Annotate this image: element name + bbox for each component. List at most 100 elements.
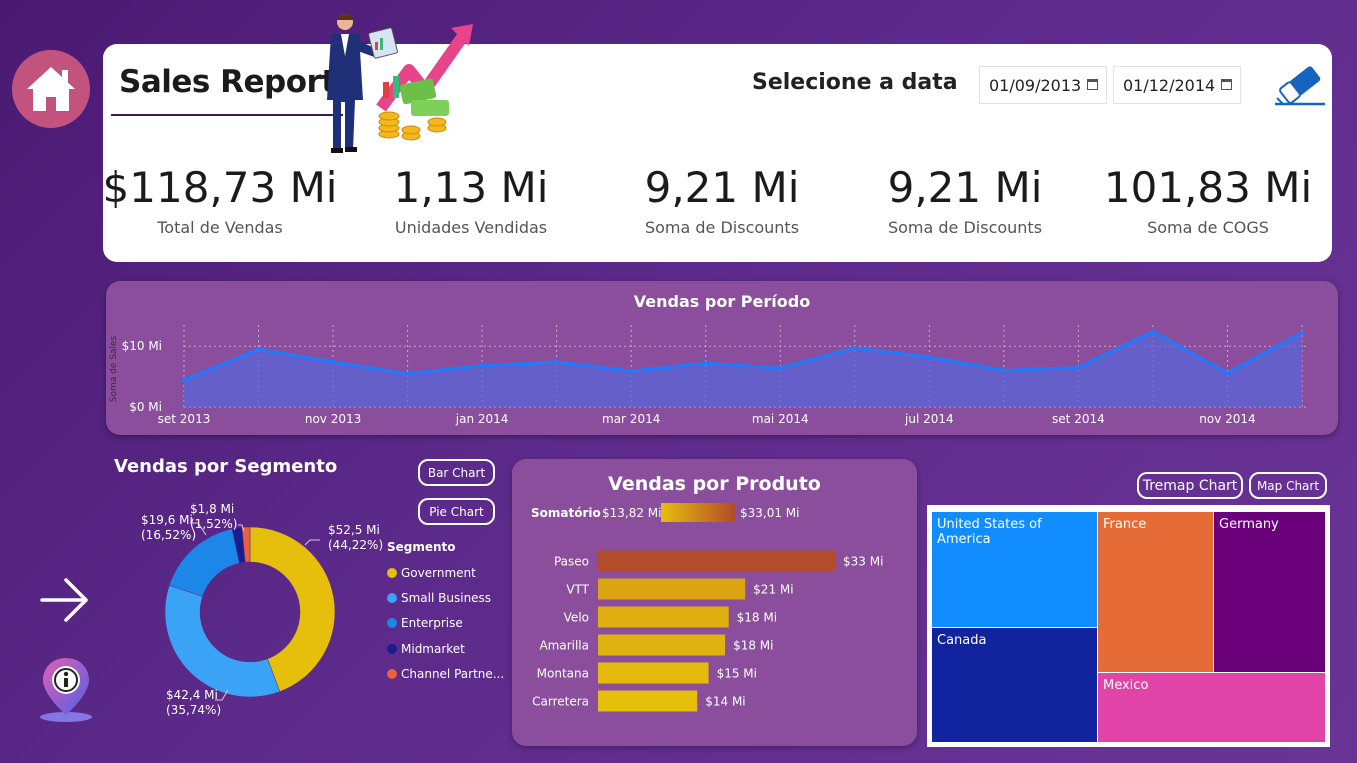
bar-data-label: $18 Mi (733, 639, 773, 653)
data-point[interactable] (927, 355, 932, 360)
kpi-units-sold: 1,13 Mi Unidades Vendidas (351, 163, 591, 238)
donut-label-pct: (44,22%) (328, 538, 384, 552)
treemap-cell-canada[interactable]: Canada (931, 627, 1098, 743)
bar-category-label: Velo (564, 611, 589, 625)
data-point[interactable] (1225, 370, 1230, 375)
data-point[interactable] (1001, 368, 1006, 373)
donut-slice[interactable] (164, 584, 281, 698)
donut-label-pct: (16,52%) (141, 528, 197, 542)
segment-legend: Segmento Government Small Business Enter… (387, 540, 504, 686)
title-underline (111, 114, 343, 116)
product-bar[interactable] (598, 606, 729, 628)
date-end-input[interactable]: 01/12/2014 (1113, 66, 1241, 104)
data-point[interactable] (256, 347, 261, 352)
bar-chart-button[interactable]: Bar Chart (418, 459, 495, 486)
y-axis-title: Soma de Sales (109, 335, 119, 402)
calendar-icon[interactable] (1087, 79, 1098, 90)
kpi-label: Total de Vendas (157, 218, 283, 237)
date-start-value: 01/09/2013 (989, 75, 1082, 95)
donut-label-pct: (1,52%) (190, 517, 238, 531)
legend-dot (387, 668, 397, 679)
legend-item[interactable]: Midmarket (387, 636, 504, 661)
data-point[interactable] (480, 363, 485, 368)
legend-label: Midmarket (401, 641, 465, 656)
product-bar[interactable] (598, 634, 726, 656)
kpi-cogs: 101,83 Mi Soma de COGS (1088, 163, 1328, 238)
product-bar[interactable] (598, 662, 709, 684)
donut-label-value: $52,5 Mi (328, 523, 380, 537)
info-pin-icon (40, 658, 92, 722)
sales-by-period-chart: $0 Mi$10 Miset 2013 nov 2013 jan 2014 mar 2… (109, 325, 1306, 426)
area-fill (184, 331, 1302, 407)
date-start-input[interactable]: 01/09/2013 (979, 66, 1107, 104)
legend-dot (387, 618, 397, 629)
treemap-cell-france[interactable]: France (1097, 511, 1214, 673)
bar-data-label: $18 Mi (737, 611, 777, 625)
kpi-label: Unidades Vendidas (394, 218, 548, 237)
kpi-value: 101,83 Mi (1103, 163, 1313, 212)
bar-category-label: Amarilla (539, 639, 589, 653)
home-button[interactable] (12, 50, 90, 128)
bar-data-label: $14 Mi (705, 695, 745, 709)
x-tick-label: set 2014 (1052, 412, 1105, 426)
data-point[interactable] (703, 361, 708, 366)
legend-label: Enterprise (401, 616, 463, 631)
legend-item[interactable]: Enterprise (387, 611, 504, 636)
data-point[interactable] (1300, 330, 1304, 335)
legend-item[interactable]: Government (387, 560, 504, 585)
segment-chart-title: Vendas por Segmento (114, 456, 338, 477)
legend-item[interactable]: Small Business (387, 585, 504, 610)
donut-label-government: $52,5 Mi (44,22%) (328, 523, 383, 553)
donut-label-enterprise: $19,6 Mi (16,52%) (141, 513, 196, 543)
bar-category-label: Paseo (554, 555, 589, 569)
kpi-total-sales: $118,73 Mi Total de Vendas (100, 164, 340, 238)
page-title: Sales Report (119, 64, 336, 100)
kpi-value: 1,13 Mi (393, 163, 549, 212)
kpi-discounts-2: 9,21 Mi Soma de Discounts (845, 164, 1085, 238)
kpi-discounts: 9,21 Mi Soma de Discounts (602, 163, 842, 238)
kpi-label: Soma de Discounts (887, 218, 1043, 237)
home-icon (27, 67, 75, 111)
treemap-chart-button[interactable]: Tremap Chart (1137, 472, 1243, 499)
pie-chart-button[interactable]: Pie Chart (418, 498, 495, 525)
next-page-button[interactable] (38, 575, 92, 625)
donut-label-pct: (35,74%) (166, 703, 222, 717)
product-bar[interactable] (598, 550, 835, 572)
kpi-label: Soma de Discounts (644, 218, 800, 237)
product-bar[interactable] (598, 690, 698, 712)
country-treemap: United States of America Canada France G… (927, 505, 1330, 747)
bar-category-label: Carretera (532, 695, 589, 709)
legend-label: Channel Partne... (401, 666, 505, 681)
map-chart-button[interactable]: Map Chart (1249, 472, 1327, 499)
eraser-icon[interactable] (1273, 64, 1327, 108)
header-card: Sales Report Selecione a data 01/09/2013… (100, 14, 1332, 262)
data-point[interactable] (629, 369, 634, 374)
treemap-cell-mexico[interactable]: Mexico (1097, 672, 1326, 743)
data-point[interactable] (778, 366, 783, 371)
legend-dot (387, 643, 397, 654)
donut-label-value: $1,8 Mi (190, 502, 235, 516)
data-point[interactable] (852, 346, 857, 351)
legend-dot (387, 592, 397, 603)
legend-label: Small Business (401, 590, 492, 605)
product-bar[interactable] (598, 578, 746, 600)
treemap-cell-germany[interactable]: Germany (1213, 511, 1326, 673)
sales-by-period-panel: Vendas por Período $0 Mi $10 Mi set 2013 no… (106, 281, 1338, 435)
x-tick-label: mai 2014 (752, 412, 809, 426)
data-point[interactable] (182, 378, 186, 383)
sales-by-product-chart: Paseo $33 Mi VTT $21 Mi Velo $18 Mi Amarilla $1… (532, 550, 883, 712)
donut-label-value: $42,4 Mi (166, 688, 218, 702)
x-tick-label: set 2013 (158, 412, 211, 426)
legend-item[interactable]: Channel Partne... (387, 661, 504, 686)
calendar-icon[interactable] (1221, 79, 1232, 90)
bar-data-label: $15 Mi (717, 667, 757, 681)
data-point[interactable] (331, 360, 336, 365)
data-point[interactable] (1076, 365, 1081, 370)
data-point[interactable] (554, 360, 559, 365)
kpi-value: 9,21 Mi (644, 163, 800, 212)
data-point[interactable] (1150, 329, 1155, 334)
data-point[interactable] (405, 371, 410, 376)
donut-label-value: $19,6 Mi (141, 513, 193, 527)
info-button[interactable] (36, 655, 96, 725)
treemap-cell-usa[interactable]: United States of America (931, 511, 1098, 628)
